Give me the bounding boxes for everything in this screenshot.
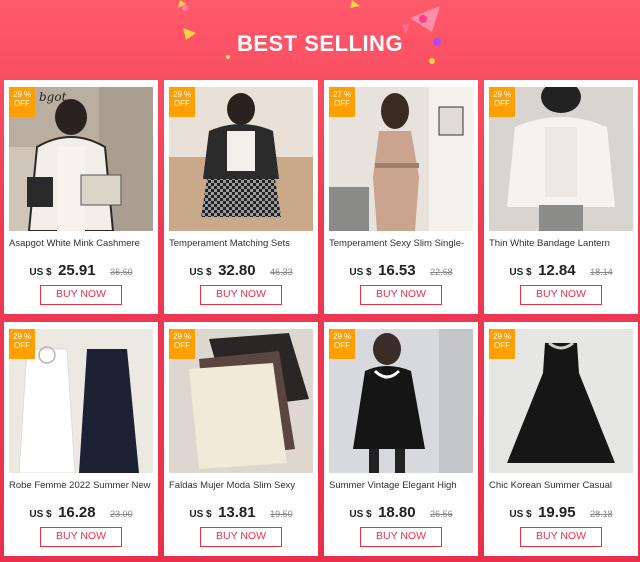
discount-percent: 29 % [172,332,192,341]
product-name[interactable]: Faldas Mujer Moda Slim Sexy [169,480,315,491]
header-banner: BEST SELLING [0,0,640,80]
price-row: US $ 16.53 22.68 [324,262,478,280]
currency-label: US $ [349,267,372,278]
currency-label: US $ [509,267,532,278]
buy-now-button[interactable]: BUY NOW [520,285,602,305]
sale-price: 18.80 [378,504,416,521]
discount-badge: 29 % OFF [489,87,515,117]
product-card[interactable]: 29 % OFF Summer Vintage Elegant High US … [324,322,478,556]
currency-label: US $ [29,509,52,520]
discount-badge: 27 % OFF [329,87,355,117]
original-price: 28.18 [590,509,613,519]
product-card[interactable]: 29 % OFF Thin White Bandage Lantern US $… [484,80,638,314]
buy-now-button[interactable]: BUY NOW [360,285,442,305]
price-row: US $ 12.84 18.14 [484,262,638,280]
discount-off-label: OFF [494,341,510,350]
product-name[interactable]: Chic Korean Summer Casual [489,480,635,491]
discount-badge: 29 % OFF [489,329,515,359]
discount-percent: 29 % [172,90,192,99]
discount-percent: 29 % [332,332,352,341]
discount-percent: 29 % [12,332,32,341]
sale-price: 19.95 [538,504,576,521]
price-row: US $ 19.95 28.18 [484,504,638,522]
currency-label: US $ [349,509,372,520]
discount-percent: 29 % [12,90,32,99]
discount-badge: 29 % OFF [169,87,195,117]
discount-percent: 29 % [492,90,512,99]
price-row: US $ 13.81 19.50 [164,504,318,522]
sale-price: 32.80 [218,262,256,279]
discount-badge: 29 % OFF [169,329,195,359]
page-title: BEST SELLING [236,31,404,56]
price-row: US $ 25.91 36.60 [4,262,158,280]
product-name[interactable]: Asapgot White Mink Cashmere [9,238,155,249]
buy-now-button[interactable]: BUY NOW [40,527,122,547]
buy-now-button[interactable]: BUY NOW [40,285,122,305]
currency-label: US $ [189,509,212,520]
product-card[interactable]: 27 % OFF Temperament Sexy Slim Single- U… [324,80,478,314]
product-grid: bgot 29 % OFF Asapgot White Mink Cashmer… [4,80,638,558]
discount-badge: 29 % OFF [9,329,35,359]
product-name[interactable]: Summer Vintage Elegant High [329,480,475,491]
discount-off-label: OFF [334,99,350,108]
discount-off-label: OFF [14,341,30,350]
discount-percent: 27 % [332,90,352,99]
sale-price: 12.84 [538,262,576,279]
discount-off-label: OFF [174,341,190,350]
sale-price: 13.81 [218,504,256,521]
product-card[interactable]: 29 % OFF Faldas Mujer Moda Slim Sexy US … [164,322,318,556]
product-name[interactable]: Robe Femme 2022 Summer New [9,480,155,491]
currency-label: US $ [509,509,532,520]
discount-percent: 29 % [492,332,512,341]
original-price: 23.00 [110,509,133,519]
product-card[interactable]: bgot 29 % OFF Asapgot White Mink Cashmer… [4,80,158,314]
product-card[interactable]: 29 % OFF Temperament Matching Sets US $ … [164,80,318,314]
buy-now-button[interactable]: BUY NOW [200,527,282,547]
product-card[interactable]: 29 % OFF Chic Korean Summer Casual US $ … [484,322,638,556]
discount-off-label: OFF [494,99,510,108]
buy-now-button[interactable]: BUY NOW [360,527,442,547]
price-row: US $ 32.80 46.33 [164,262,318,280]
product-name[interactable]: Temperament Sexy Slim Single- [329,238,475,249]
product-card[interactable]: 29 % OFF Robe Femme 2022 Summer New US $… [4,322,158,556]
price-row: US $ 16.28 23.00 [4,504,158,522]
discount-off-label: OFF [174,99,190,108]
sale-price: 16.28 [58,504,96,521]
discount-off-label: OFF [334,341,350,350]
discount-off-label: OFF [14,99,30,108]
original-price: 19.50 [270,509,293,519]
price-row: US $ 18.80 26.56 [324,504,478,522]
product-name[interactable]: Thin White Bandage Lantern [489,238,635,249]
discount-badge: 29 % OFF [329,329,355,359]
original-price: 46.33 [270,267,293,277]
photo-overlay-text: bgot [39,90,67,104]
sale-price: 16.53 [378,262,416,279]
product-name[interactable]: Temperament Matching Sets [169,238,315,249]
buy-now-button[interactable]: BUY NOW [520,527,602,547]
currency-label: US $ [189,267,212,278]
currency-label: US $ [29,267,52,278]
original-price: 36.60 [110,267,133,277]
discount-badge: 29 % OFF [9,87,35,117]
buy-now-button[interactable]: BUY NOW [200,285,282,305]
original-price: 18.14 [590,267,613,277]
original-price: 26.56 [430,509,453,519]
sale-price: 25.91 [58,262,96,279]
original-price: 22.68 [430,267,453,277]
